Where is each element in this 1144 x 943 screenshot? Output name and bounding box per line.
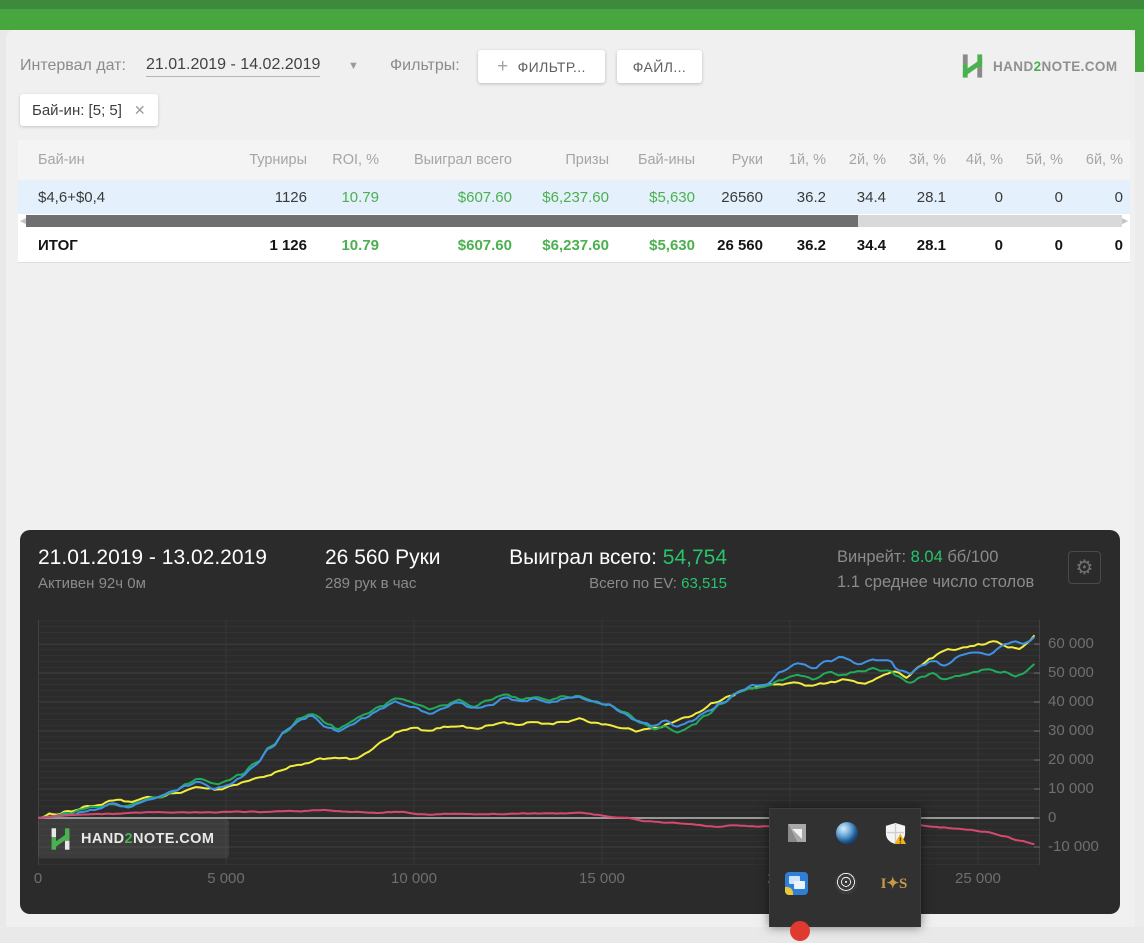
remote-desktop-icon[interactable] (784, 871, 808, 895)
column-header[interactable]: 5й, % (1019, 140, 1079, 180)
blue-sphere-icon[interactable] (835, 821, 859, 845)
y-tick-label: 50 000 (1048, 664, 1094, 682)
panel-hands-per-hour: 289 рук в час (325, 575, 417, 592)
panel-winrate: Винрейт: 8.04 бб/100 (837, 548, 999, 566)
table-row[interactable]: $4,6+$0,4 1126 10.79 $607.60 $6,237.60 $5,630… (18, 180, 1130, 214)
y-tick-label: -10 000 (1048, 838, 1099, 856)
title-bar (0, 0, 1144, 9)
y-tick-label: 0 (1048, 809, 1057, 827)
date-interval-label: Интервал дат: (20, 57, 126, 74)
y-tick-label: 40 000 (1048, 693, 1094, 711)
table-cell: $4,6+$0,4 (38, 188, 106, 206)
y-tick-label: 60 000 (1048, 635, 1094, 653)
table-cell: 36.2 (796, 188, 826, 206)
column-header[interactable]: 6й, % (1079, 140, 1130, 180)
column-header[interactable]: 1й, % (779, 140, 842, 180)
table-cell: 28.1 (916, 188, 946, 206)
system-tray-popup: I✦S (769, 808, 921, 941)
table-cell: 10.79 (341, 188, 379, 206)
column-header[interactable]: Призы (528, 140, 625, 180)
y-tick-label: 10 000 (1048, 780, 1094, 798)
table-cell: 26560 (721, 188, 763, 206)
table-cell: $6,237.60 (542, 236, 609, 254)
results-table: Бай-ин Турниры ROI, % Выиграл всего Призы Бай… (18, 140, 1130, 263)
column-header[interactable]: Турниры (228, 140, 323, 180)
page-scrollbar-thumb[interactable] (1135, 30, 1144, 72)
table-cell: $607.60 (457, 188, 512, 206)
date-interval-value[interactable]: 21.01.2019 - 14.02.2019 (146, 56, 321, 77)
table-cell: 0 (1114, 188, 1123, 206)
chart-watermark: HAND2NOTE.COM (38, 819, 229, 858)
yellow-line (38, 634, 1036, 819)
column-header[interactable]: Выиграл всего (395, 140, 528, 180)
windows-security-shield-icon[interactable] (883, 821, 907, 845)
gold-hs-icon[interactable]: I✦S (881, 871, 908, 895)
table-cell: 26 560 (717, 236, 763, 254)
x-tick-label: 10 000 (391, 870, 437, 887)
main-content-card: Интервал дат: 21.01.2019 - 14.02.2019 ▼ … (6, 30, 1135, 927)
column-header[interactable]: Бай-ины (625, 140, 711, 180)
table-cell: 0 (1114, 236, 1123, 254)
table-cell: 0 (994, 236, 1003, 254)
column-header[interactable]: 4й, % (962, 140, 1019, 180)
app-header-bar (0, 9, 1144, 30)
table-horizontal-scrollbar[interactable]: ◄ ► (18, 214, 1130, 228)
filters-label: Фильтры: (390, 57, 460, 74)
table-cell: $5,630 (649, 188, 695, 206)
panel-hands-count: 26 560 Руки (325, 546, 441, 569)
table-cell: ИТОГ (38, 236, 78, 254)
brand-logo: HAND2NOTE.COM (959, 52, 1117, 80)
scroll-right-arrow-icon[interactable]: ► (1120, 216, 1130, 227)
chip-close-icon[interactable]: ✕ (134, 102, 146, 119)
table-cell: 0 (994, 188, 1003, 206)
table-cell: 34.4 (856, 188, 886, 206)
table-cell: $607.60 (457, 236, 512, 254)
table-header-row: Бай-ин Турниры ROI, % Выиграл всего Призы Бай… (18, 140, 1130, 180)
table-cell: $5,630 (649, 236, 695, 254)
graph-settings-gear-icon[interactable]: ⚙ (1068, 551, 1101, 584)
y-tick-label: 30 000 (1048, 722, 1094, 740)
column-header[interactable]: Руки (711, 140, 779, 180)
x-tick-label: 25 000 (955, 870, 1001, 887)
table-cell: 1 126 (269, 236, 307, 254)
table-cell: 28.1 (916, 236, 946, 254)
table-cell: 10.79 (341, 236, 379, 254)
panel-active-time: Активен 92ч 0м (38, 575, 146, 592)
panel-avg-tables: 1.1 среднее число столов (837, 573, 1035, 591)
table-cell: 1126 (274, 188, 307, 206)
page-scrollbar[interactable] (1135, 30, 1144, 927)
column-header[interactable]: ROI, % (323, 140, 395, 180)
x-tick-label: 15 000 (579, 870, 625, 887)
table-cell: $6,237.60 (542, 188, 609, 206)
add-filter-button[interactable]: + ФИЛЬТР... (478, 50, 605, 83)
panel-date-range: 21.01.2019 - 13.02.2019 (38, 546, 267, 569)
column-header[interactable]: 2й, % (842, 140, 902, 180)
plus-icon: + (497, 56, 509, 77)
table-totals-row: ИТОГ 1 126 10.79 $607.60 $6,237.60 $5,630 26 5… (18, 228, 1130, 262)
column-header[interactable]: Бай-ин (18, 140, 228, 180)
target-rings-icon[interactable] (834, 871, 858, 895)
hand2note-h-icon (51, 827, 70, 850)
x-tick-label: 0 (33, 870, 43, 887)
table-cell: 0 (1054, 188, 1063, 206)
filter-chip-buyin[interactable]: Бай-ин: [5; 5] ✕ (20, 94, 158, 126)
panel-won-total: Выиграл всего: 54,754 (509, 546, 727, 569)
table-cell: 0 (1054, 236, 1063, 254)
date-dropdown-caret-icon[interactable]: ▼ (348, 60, 359, 72)
panel-ev-total: Всего по EV: 63,515 (589, 575, 727, 592)
table-cell: 34.4 (856, 236, 886, 254)
hand2note-h-icon (962, 54, 983, 78)
scrollbar-thumb[interactable] (26, 215, 858, 227)
red-dot-icon[interactable] (788, 919, 812, 943)
x-tick-label: 5 000 (207, 870, 245, 887)
table-cell: 36.2 (796, 236, 826, 254)
file-button[interactable]: ФАЙЛ... (617, 50, 702, 83)
graph-panel: 21.01.2019 - 13.02.2019 Активен 92ч 0м 2… (20, 530, 1120, 914)
y-tick-label: 20 000 (1048, 751, 1094, 769)
file-transfer-icon[interactable] (785, 821, 809, 845)
column-header[interactable]: 3й, % (902, 140, 962, 180)
